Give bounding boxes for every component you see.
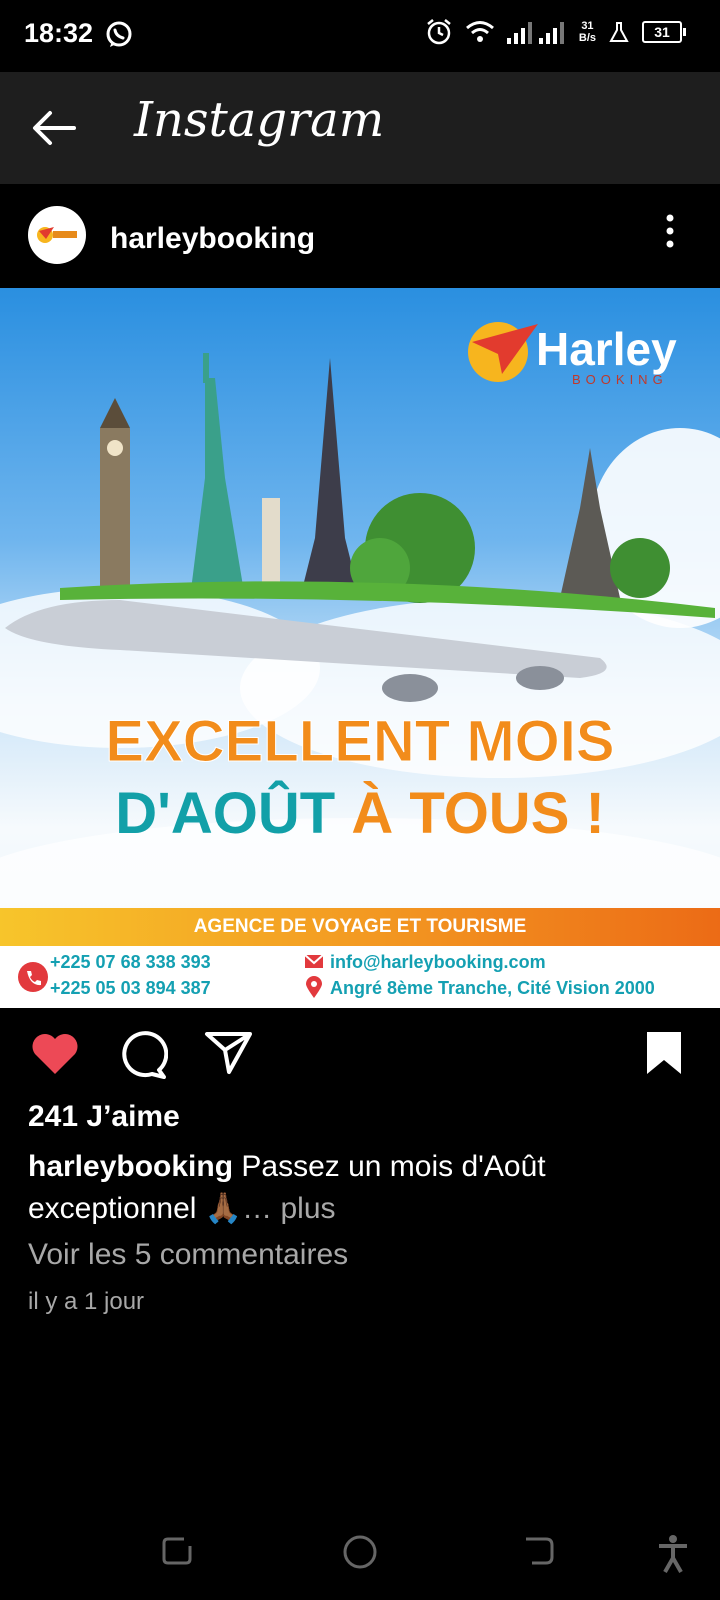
- share-icon[interactable]: [204, 1030, 254, 1076]
- mail-icon: [304, 954, 324, 968]
- app-bar: Instagram: [0, 72, 720, 184]
- post-username[interactable]: harleybooking: [110, 222, 315, 256]
- avatar[interactable]: [28, 206, 86, 264]
- headline-line2-part2: À TOUS !: [351, 781, 605, 846]
- brand-name: Harley: [536, 323, 677, 375]
- status-time: 18:32: [24, 18, 94, 48]
- brand-logo: Harley BOOKING: [462, 306, 692, 396]
- likes-count[interactable]: 241 J’aime: [28, 1100, 180, 1134]
- location-pin-icon: [306, 976, 322, 998]
- contact-phone-2: +225 05 03 894 387: [50, 978, 211, 998]
- wifi-icon: [465, 21, 494, 42]
- alarm-icon: [427, 19, 451, 45]
- bookmark-icon[interactable]: [644, 1030, 684, 1076]
- paper-plane-logo-icon: [468, 322, 538, 382]
- back-arrow-icon[interactable]: [30, 108, 78, 148]
- contact-phone-1: +225 07 68 338 393: [50, 952, 211, 972]
- headline-line1: EXCELLENT MOIS: [105, 709, 615, 775]
- app-title: Instagram: [134, 92, 385, 148]
- brand-sub: BOOKING: [572, 372, 668, 387]
- post-header: harleybooking: [0, 184, 720, 288]
- net-speed: 31 B/s: [578, 20, 596, 44]
- back-gesture-icon[interactable]: [522, 1534, 556, 1568]
- contact-email: info@harleybooking.com: [330, 952, 546, 972]
- view-comments-link[interactable]: Voir les 5 commentaires: [28, 1238, 348, 1272]
- lab-flask-icon: [609, 22, 629, 42]
- post-timestamp: il y a 1 jour: [28, 1288, 145, 1315]
- harley-logo-icon: [37, 227, 77, 243]
- agency-banner: AGENCE DE VOYAGE ET TOURISME: [0, 908, 720, 946]
- post-actions: [0, 1008, 720, 1098]
- more-vert-icon[interactable]: [664, 214, 676, 248]
- caption-username[interactable]: harleybooking: [28, 1150, 233, 1183]
- caption-more-link[interactable]: … plus: [242, 1192, 335, 1225]
- landmarks-illustration: [5, 353, 715, 702]
- status-bar: 18:32 31 B/s 31: [0, 0, 720, 72]
- headline-line2-part1: D'AOÛT: [115, 781, 336, 846]
- status-icons: 31 B/s 31: [425, 18, 686, 46]
- whatsapp-icon: [106, 21, 132, 47]
- contact-address: Angré 8ème Tranche, Cité Vision 2000: [330, 978, 655, 998]
- post-caption: harleybooking Passez un mois d'Août exce…: [28, 1146, 688, 1230]
- headline-line2: D'AOÛT À TOUS !: [0, 780, 720, 847]
- phone-icon: [18, 962, 48, 992]
- system-nav-bar: [0, 1510, 720, 1600]
- battery-icon: 31: [642, 21, 686, 43]
- post-image[interactable]: Harley BOOKING EXCELLENT MOIS D'AOÛT À T…: [0, 288, 720, 1008]
- contact-strip: +225 07 68 338 393 +225 05 03 894 387 in…: [0, 946, 720, 1008]
- accessibility-icon[interactable]: [656, 1534, 690, 1574]
- comment-icon[interactable]: [118, 1030, 168, 1080]
- heart-icon[interactable]: [30, 1030, 80, 1076]
- home-icon[interactable]: [342, 1534, 378, 1570]
- recents-icon[interactable]: [160, 1534, 194, 1568]
- signal-icon: [506, 22, 564, 44]
